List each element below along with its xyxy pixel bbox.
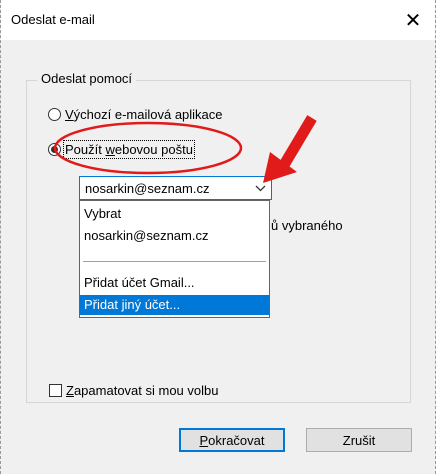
- cancel-button[interactable]: Zrušit: [306, 428, 412, 452]
- close-icon[interactable]: ✕: [391, 0, 435, 40]
- dialog-title: Odeslat e-mail: [11, 12, 95, 27]
- dropdown-item-add-gmail[interactable]: Přidat účet Gmail...: [80, 273, 269, 293]
- radio-default-app-label: Výchozí e-mailová aplikace: [65, 107, 223, 122]
- radio-webmail-indicator[interactable]: [48, 143, 61, 156]
- send-email-dialog: Odeslat e-mail ✕ Odeslat pomocí Výchozí …: [0, 0, 436, 474]
- dropdown-separator: [83, 261, 266, 262]
- obscured-label-text: ů vybraného: [271, 218, 343, 233]
- radio-webmail[interactable]: Použít webovou poštu: [48, 140, 195, 159]
- radio-webmail-label: Použít webovou poštu: [63, 140, 195, 159]
- radio-default-app-indicator[interactable]: [48, 108, 61, 121]
- dropdown-item-choose[interactable]: Vybrat: [80, 204, 269, 224]
- title-bar: Odeslat e-mail ✕: [1, 0, 435, 40]
- remember-choice-checkbox[interactable]: Zapamatovat si mou volbu: [49, 383, 218, 398]
- dropdown-item-account[interactable]: nosarkin@seznam.cz: [80, 226, 269, 246]
- continue-button[interactable]: Pokračovat: [179, 428, 285, 452]
- remember-choice-label: Zapamatovat si mou volbu: [66, 383, 219, 398]
- continue-button-label: Pokračovat: [199, 432, 265, 448]
- chevron-down-icon[interactable]: [249, 177, 271, 199]
- account-select[interactable]: nosarkin@seznam.cz: [79, 176, 272, 200]
- dropdown-item-add-other[interactable]: Přidat jiný účet...: [80, 295, 269, 315]
- account-select-value: nosarkin@seznam.cz: [85, 181, 210, 196]
- remember-choice-box[interactable]: [49, 384, 62, 397]
- radio-default-app[interactable]: Výchozí e-mailová aplikace: [48, 107, 223, 122]
- group-legend: Odeslat pomocí: [37, 71, 137, 86]
- account-dropdown-list: Vybrat nosarkin@seznam.cz Přidat účet Gm…: [79, 200, 270, 318]
